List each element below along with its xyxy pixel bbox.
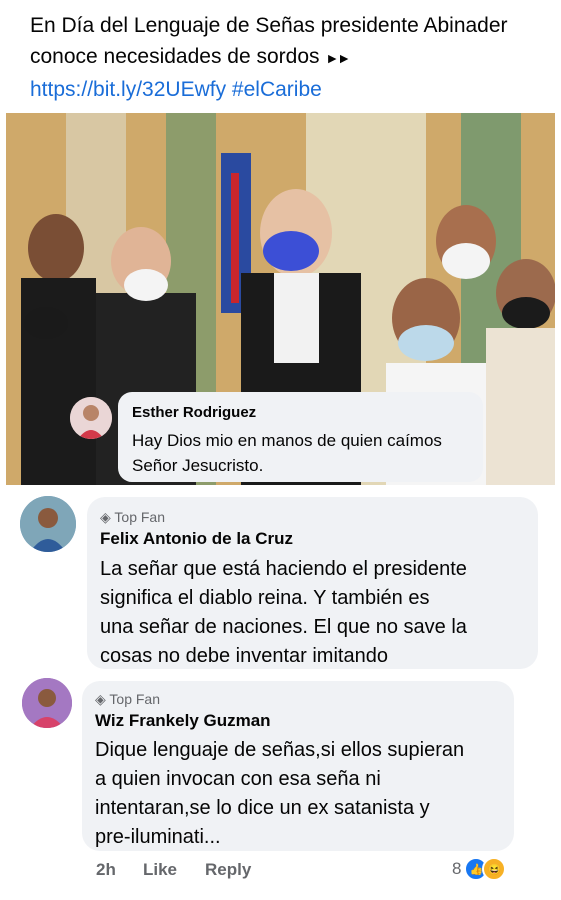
embedded-comment-text: Hay Dios mio en manos de quien caímos Se…	[132, 428, 442, 478]
avatar-image-icon	[22, 678, 72, 728]
arrow-icon: ►►	[325, 50, 351, 66]
embedded-comment-line: Señor Jesucristo.	[132, 456, 264, 475]
reactions[interactable]: 8 👍 😆	[452, 856, 507, 882]
avatar-image-icon	[70, 397, 112, 439]
haha-reaction-icon: 😆	[482, 857, 507, 881]
comment-bubble-wiz: ◈ Top Fan Wiz Frankely Guzman Dique leng…	[82, 681, 514, 851]
post-hashtag[interactable]: #elCaribe	[232, 78, 322, 101]
comment-line: pre-iluminati...	[95, 826, 221, 848]
comment-author[interactable]: Wiz Frankely Guzman	[95, 711, 271, 731]
comment-line: significa el diablo reina. Y también es	[100, 587, 430, 609]
comment-time: 2h	[96, 860, 116, 879]
comment-bubble-felix: ◈ Top Fan Felix Antonio de la Cruz La se…	[87, 497, 538, 669]
embedded-comment-author[interactable]: Esther Rodriguez	[132, 404, 256, 421]
comment-line: La señar que está haciendo el presidente	[100, 558, 467, 580]
like-button[interactable]: Like	[143, 860, 177, 880]
top-fan-badge: ◈ Top Fan	[95, 691, 160, 708]
diamond-icon: ◈	[100, 509, 111, 525]
comment-text: La señar que está haciendo el presidente…	[100, 555, 467, 671]
embedded-comment-bubble: Esther Rodriguez Hay Dios mio en manos d…	[118, 392, 483, 482]
wiz-avatar[interactable]	[22, 678, 72, 728]
badge-label: Top Fan	[109, 691, 161, 707]
esther-avatar[interactable]	[70, 397, 112, 439]
top-fan-badge: ◈ Top Fan	[100, 509, 165, 526]
diamond-icon: ◈	[95, 691, 106, 707]
felix-avatar[interactable]	[20, 496, 76, 552]
embedded-comment-line: Hay Dios mio en manos de quien caímos	[132, 431, 442, 450]
comment-author[interactable]: Felix Antonio de la Cruz	[100, 529, 293, 549]
post-text: En Día del Lenguaje de Señas presidente …	[30, 14, 508, 68]
comment-line: intentaran,se lo dice un ex satanista y	[95, 797, 430, 819]
post-caption: En Día del Lenguaje de Señas presidente …	[30, 10, 550, 105]
comment-line: Dique lenguaje de señas,si ellos supiera…	[95, 739, 465, 761]
comment-line: una señar de naciones. El que no save la	[100, 616, 467, 638]
post-link[interactable]: https://bit.ly/32UEwfy	[30, 78, 226, 101]
badge-label: Top Fan	[114, 509, 166, 525]
comment-text: Dique lenguaje de señas,si ellos supiera…	[95, 736, 464, 852]
avatar-image-icon	[20, 496, 76, 552]
reactions-count: 8	[452, 859, 462, 878]
comment-line: a quien invocan con esa seña ni	[95, 768, 381, 790]
comment-line: cosas no debe inventar imitando	[100, 645, 388, 667]
reply-button[interactable]: Reply	[205, 860, 251, 880]
